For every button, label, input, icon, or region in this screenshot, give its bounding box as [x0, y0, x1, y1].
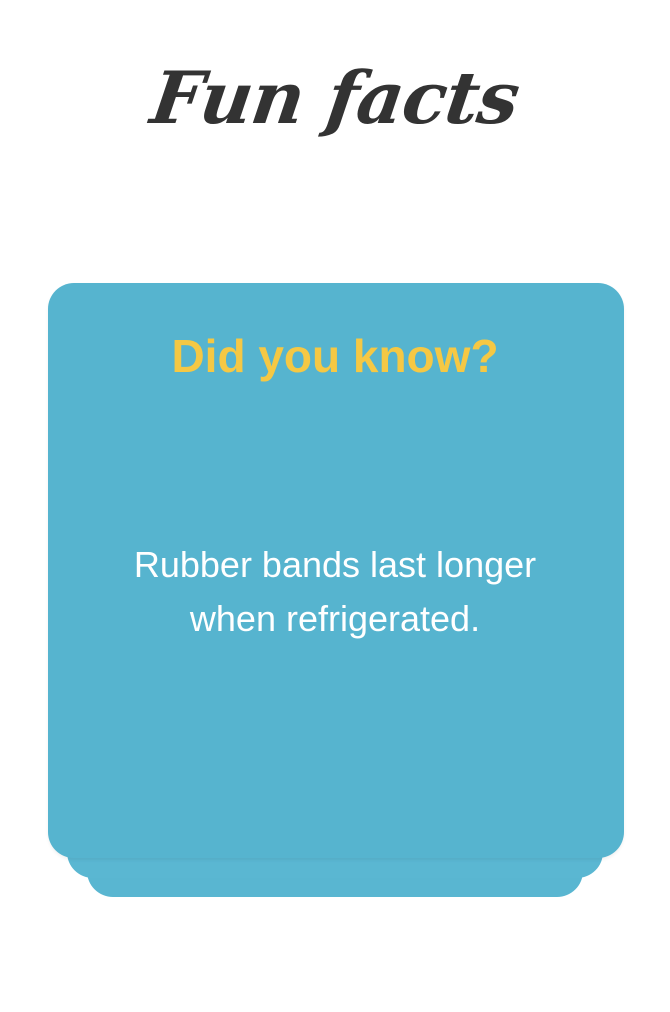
fact-card-text: Rubber bands last longer when refrigerat… — [133, 544, 537, 639]
fact-card-stack[interactable]: Did you know? Rubber bands last longer w… — [0, 0, 670, 1012]
fact-card-heading: Did you know? — [171, 330, 499, 382]
